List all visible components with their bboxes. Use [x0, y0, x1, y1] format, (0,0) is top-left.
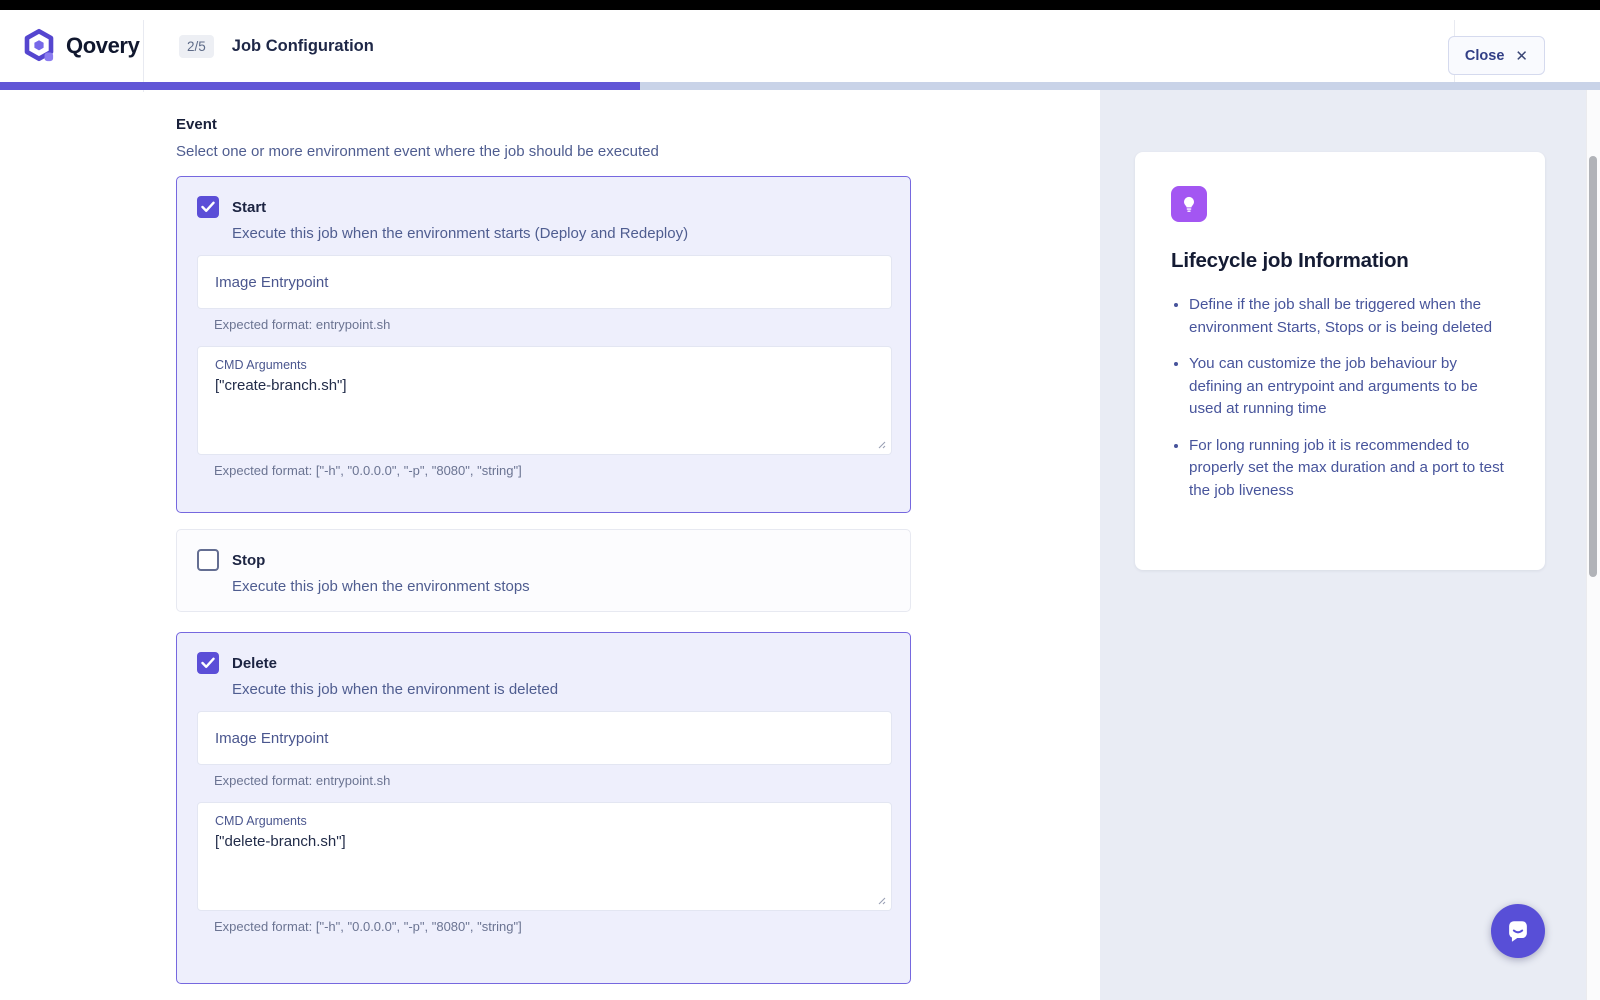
- qovery-logo-icon: [22, 28, 56, 64]
- help-bullet: Define if the job shall be triggered whe…: [1189, 294, 1509, 339]
- help-panel: Lifecycle job Information Define if the …: [1100, 90, 1586, 1000]
- delete-label: Delete: [232, 655, 277, 672]
- wizard-header: Qovery 2/5 Job Configuration Close ✕: [0, 10, 1600, 82]
- delete-entrypoint-helper: Expected format: entrypoint.sh: [214, 773, 890, 788]
- check-icon: [201, 657, 215, 669]
- help-bullet: For long running job it is recommended t…: [1189, 435, 1509, 503]
- scrollbar-thumb[interactable]: [1589, 156, 1597, 577]
- resize-handle-icon[interactable]: [876, 895, 886, 905]
- help-bullet-list: Define if the job shall be triggered whe…: [1171, 294, 1509, 502]
- help-bullet: You can customize the job behaviour by d…: [1189, 353, 1509, 421]
- step-badge: 2/5: [179, 35, 214, 58]
- help-title: Lifecycle job Information: [1171, 249, 1509, 273]
- delete-image-entrypoint-input[interactable]: [197, 711, 892, 765]
- start-label: Start: [232, 199, 266, 216]
- delete-checkbox[interactable]: [197, 652, 219, 674]
- event-card-stop[interactable]: Stop Execute this job when the environme…: [176, 529, 911, 612]
- start-checkbox-row: Start: [197, 196, 890, 218]
- start-description: Execute this job when the environment st…: [232, 225, 890, 242]
- stop-checkbox-row: Stop: [197, 549, 890, 571]
- start-cmd-arguments-textarea[interactable]: ["create-branch.sh"]: [215, 377, 874, 435]
- stop-label: Stop: [232, 552, 265, 569]
- start-cmd-helper: Expected format: ["-h", "0.0.0.0", "-p",…: [214, 463, 890, 478]
- start-checkbox[interactable]: [197, 196, 219, 218]
- event-section-description: Select one or more environment event whe…: [176, 143, 659, 160]
- lightbulb-icon: [1171, 186, 1207, 222]
- delete-checkbox-row: Delete: [197, 652, 890, 674]
- chat-launcher-button[interactable]: [1491, 904, 1545, 958]
- event-card-start[interactable]: Start Execute this job when the environm…: [176, 176, 911, 513]
- brand-name: Qovery: [66, 33, 139, 59]
- stop-checkbox[interactable]: [197, 549, 219, 571]
- close-button[interactable]: Close ✕: [1448, 36, 1545, 75]
- event-section-title: Event: [176, 116, 217, 133]
- top-black-bar: [0, 0, 1600, 10]
- start-entrypoint-helper: Expected format: entrypoint.sh: [214, 317, 890, 332]
- delete-cmd-helper: Expected format: ["-h", "0.0.0.0", "-p",…: [214, 919, 890, 934]
- help-card: Lifecycle job Information Define if the …: [1135, 152, 1545, 570]
- start-cmd-arguments-label: CMD Arguments: [215, 358, 874, 372]
- lightbulb-glyph: [1179, 194, 1199, 214]
- check-icon: [201, 201, 215, 213]
- delete-description: Execute this job when the environment is…: [232, 681, 890, 698]
- event-card-delete[interactable]: Delete Execute this job when the environ…: [176, 632, 911, 984]
- close-button-label: Close: [1465, 48, 1505, 64]
- delete-cmd-arguments-label: CMD Arguments: [215, 814, 874, 828]
- start-cmd-arguments-field[interactable]: CMD Arguments ["create-branch.sh"]: [197, 346, 892, 455]
- job-configuration-wizard: Qovery 2/5 Job Configuration Close ✕ Eve…: [0, 0, 1600, 1000]
- qovery-logo: Qovery: [0, 28, 143, 64]
- resize-handle-icon[interactable]: [876, 439, 886, 449]
- page-title: Job Configuration: [232, 37, 374, 56]
- delete-cmd-arguments-textarea[interactable]: ["delete-branch.sh"]: [215, 833, 874, 891]
- wizard-progress-fill: [0, 82, 640, 90]
- delete-cmd-arguments-field[interactable]: CMD Arguments ["delete-branch.sh"]: [197, 802, 892, 911]
- wizard-progress-track: [0, 82, 1600, 90]
- stop-description: Execute this job when the environment st…: [232, 578, 890, 595]
- page-scrollbar[interactable]: [1586, 90, 1600, 1000]
- start-image-entrypoint-input[interactable]: [197, 255, 892, 309]
- close-icon: ✕: [1515, 47, 1528, 65]
- chat-bubble-icon: [1504, 917, 1532, 945]
